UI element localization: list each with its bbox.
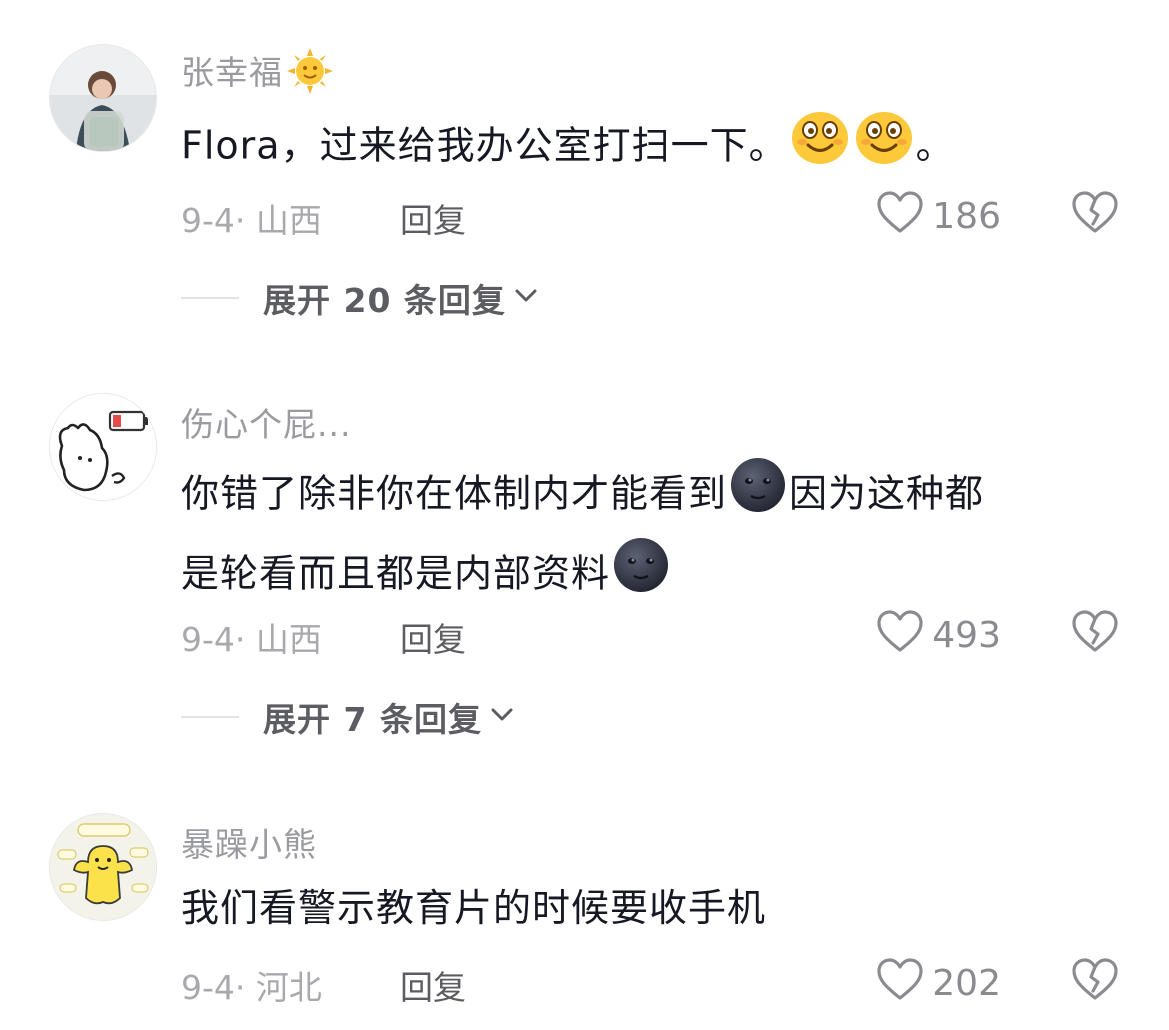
- expand-replies-button[interactable]: 展开 7 条回复: [181, 693, 514, 741]
- chevron-down-icon: [514, 288, 538, 308]
- username[interactable]: 伤心个屁...: [181, 398, 351, 446]
- like-button[interactable]: 202: [876, 957, 1001, 1010]
- chevron-down-icon: [490, 707, 514, 727]
- expand-replies-label: 展开 7 条回复: [263, 700, 482, 739]
- like-button[interactable]: 493: [876, 609, 1001, 662]
- avatar[interactable]: [49, 813, 157, 921]
- username[interactable]: 暴躁小熊: [181, 818, 317, 866]
- dislike-button[interactable]: [1071, 190, 1119, 238]
- comment-content: 你错了除非你在体制内才能看到 因为这种都 是轮看而且都是内部资料: [181, 456, 1111, 616]
- heart-icon: [876, 957, 924, 1010]
- username-text[interactable]: 张幸福: [181, 53, 283, 92]
- reply-button[interactable]: 回复: [400, 613, 466, 661]
- comment-content: Flora，过来给我办公室打扫一下。 。: [181, 108, 1111, 188]
- sun-with-face-icon: [287, 47, 333, 102]
- reply-button[interactable]: 回复: [400, 194, 466, 242]
- like-count: 493: [932, 615, 1001, 656]
- comment-meta: 9-4· 河北: [181, 968, 322, 1007]
- broken-heart-icon: [1071, 191, 1119, 238]
- comment-text: Flora，过来给我办公室打扫一下。: [181, 123, 788, 168]
- comment-text: 你错了除非你在体制内才能看到: [181, 471, 728, 516]
- new-moon-face-icon: [612, 536, 670, 616]
- username[interactable]: 张幸福: [181, 46, 333, 102]
- expand-replies-label: 展开 20 条回复: [263, 281, 506, 320]
- dislike-button[interactable]: [1071, 609, 1119, 657]
- comment-content: 我们看警示教育片的时候要收手机: [181, 886, 767, 930]
- broken-heart-icon: [1071, 958, 1119, 1005]
- heart-icon: [876, 609, 924, 662]
- dislike-button[interactable]: [1071, 957, 1119, 1005]
- avatar[interactable]: [49, 393, 157, 501]
- expand-replies-button[interactable]: 展开 20 条回复: [181, 274, 538, 322]
- avatar[interactable]: [49, 44, 157, 152]
- comment-text-suffix: 因为这种都: [789, 471, 985, 516]
- comment-meta: 9-4· 山西: [181, 620, 322, 659]
- broken-heart-icon: [1071, 610, 1119, 657]
- comment-text-line2: 是轮看而且都是内部资料: [181, 551, 611, 596]
- like-count: 186: [932, 196, 1001, 237]
- comment-text-suffix: 。: [915, 123, 955, 168]
- smiling-face-icon: [854, 108, 914, 188]
- smiling-face-icon: [790, 108, 850, 188]
- divider-line: [181, 716, 239, 718]
- like-count: 202: [932, 963, 1001, 1004]
- reply-button[interactable]: 回复: [400, 961, 466, 1009]
- comment-meta: 9-4· 山西: [181, 201, 322, 240]
- divider-line: [181, 297, 239, 299]
- like-button[interactable]: 186: [876, 190, 1001, 243]
- heart-icon: [876, 190, 924, 243]
- new-moon-face-icon: [729, 456, 787, 536]
